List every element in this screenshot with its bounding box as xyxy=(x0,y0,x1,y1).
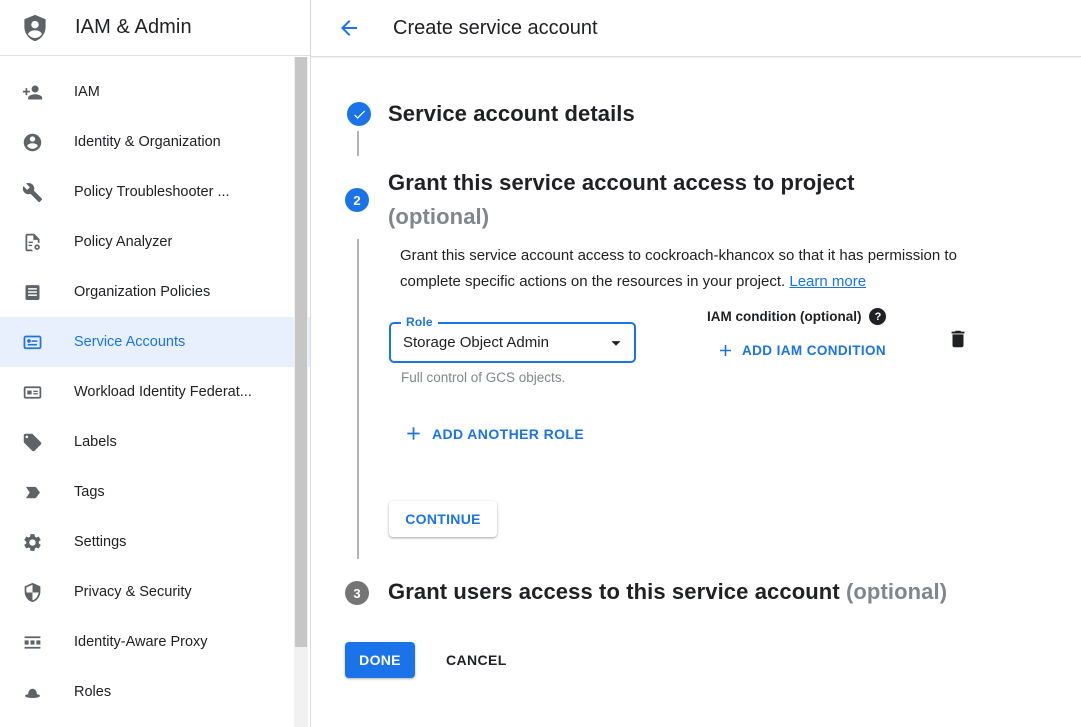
sidebar-item-privacy-security[interactable]: Privacy & Security xyxy=(0,567,310,617)
shield-half-icon xyxy=(22,582,43,603)
step2-number: 2 xyxy=(353,193,360,208)
sidebar-item-label: IAM xyxy=(74,84,100,100)
sidebar-item-label: Roles xyxy=(74,684,111,700)
sidebar-item-settings[interactable]: Settings xyxy=(0,517,310,567)
sidebar-item-policy-troubleshooter[interactable]: Policy Troubleshooter ... xyxy=(0,167,310,217)
sidebar-item-roles[interactable]: Roles xyxy=(0,667,310,717)
step3-number: 3 xyxy=(353,586,360,601)
gear-icon xyxy=(22,532,43,553)
step2-optional-text: (optional) xyxy=(388,204,855,230)
sidebar-item-label: Identity & Organization xyxy=(74,134,221,150)
sidebar-item-tags[interactable]: Tags xyxy=(0,467,310,517)
iam-condition-header: IAM condition (optional) ? xyxy=(707,308,886,325)
step2-title: Grant this service account access to pro… xyxy=(388,170,855,230)
document-lines-icon xyxy=(22,282,43,303)
sidebar-item-organization-policies[interactable]: Organization Policies xyxy=(0,267,310,317)
arrow-tag-icon xyxy=(22,482,43,503)
role-selected-value: Storage Object Admin xyxy=(391,324,634,361)
label-tag-icon xyxy=(22,432,43,453)
plus-icon xyxy=(716,341,735,360)
back-arrow-icon[interactable] xyxy=(337,16,361,40)
service-account-badge-icon xyxy=(22,332,43,353)
sidebar-item-label: Service Accounts xyxy=(74,334,185,350)
page-title: Create service account xyxy=(393,17,598,40)
main-panel: Create service account Service account d… xyxy=(311,0,1081,727)
sidebar-item-label: Settings xyxy=(74,534,126,550)
iam-shield-logo-icon xyxy=(20,13,50,43)
add-iam-condition-button[interactable]: ADD IAM CONDITION xyxy=(716,341,886,360)
step1-title: Service account details xyxy=(388,101,635,127)
plus-icon xyxy=(403,423,424,444)
sidebar-scrollbar-thumb[interactable] xyxy=(295,57,307,647)
done-button[interactable]: DONE xyxy=(345,642,415,678)
sidebar-item-identity-aware-proxy[interactable]: Identity-Aware Proxy xyxy=(0,617,310,667)
sidebar-item-policy-analyzer[interactable]: Policy Analyzer xyxy=(0,217,310,267)
sidebar-item-label: Policy Analyzer xyxy=(74,234,172,250)
step1-completed-check-icon xyxy=(347,102,371,126)
sidebar-item-service-accounts[interactable]: Service Accounts xyxy=(0,317,310,367)
product-title: IAM & Admin xyxy=(75,16,192,39)
add-another-role-button[interactable]: ADD ANOTHER ROLE xyxy=(403,423,584,444)
sidebar-scrollbar xyxy=(294,57,308,727)
sidebar-item-iam[interactable]: IAM xyxy=(0,67,310,117)
role-helper-text: Full control of GCS objects. xyxy=(401,370,565,385)
help-icon[interactable]: ? xyxy=(869,308,886,325)
step3-optional-text: (optional) xyxy=(846,579,947,604)
card-icon xyxy=(22,382,43,403)
sidebar-item-labels[interactable]: Labels xyxy=(0,417,310,467)
person-add-icon xyxy=(22,82,43,103)
wrench-icon xyxy=(22,182,43,203)
document-gear-icon xyxy=(22,232,43,253)
step3-title-text: Grant users access to this service accou… xyxy=(388,579,840,604)
form-actions: DONE CANCEL xyxy=(345,642,507,678)
step-connector xyxy=(357,239,359,559)
proxy-grid-icon xyxy=(22,632,43,653)
step-connector xyxy=(357,131,359,156)
step3-title: Grant users access to this service accou… xyxy=(388,579,947,605)
iam-admin-console: IAM & Admin IAM Identity & Organization … xyxy=(0,0,1081,727)
sidebar-nav: IAM Identity & Organization Policy Troub… xyxy=(0,56,310,717)
sidebar-item-label: Organization Policies xyxy=(74,284,210,300)
sidebar-item-label: Privacy & Security xyxy=(74,584,192,600)
create-service-account-form: Service account details 2 Grant this ser… xyxy=(311,57,1081,727)
step2-description: Grant this service account access to coc… xyxy=(400,243,988,294)
learn-more-link[interactable]: Learn more xyxy=(789,273,866,290)
sidebar-item-identity-organization[interactable]: Identity & Organization xyxy=(0,117,310,167)
step2-description-text: Grant this service account access to coc… xyxy=(400,247,957,290)
cancel-button[interactable]: CANCEL xyxy=(446,652,507,668)
sidebar-item-label: Tags xyxy=(74,484,105,500)
sidebar: IAM & Admin IAM Identity & Organization … xyxy=(0,0,311,727)
sidebar-item-workload-identity-federation[interactable]: Workload Identity Federat... xyxy=(0,367,310,417)
continue-button[interactable]: CONTINUE xyxy=(389,501,497,537)
sidebar-item-label: Workload Identity Federat... xyxy=(74,384,252,400)
hat-icon xyxy=(22,682,43,703)
sidebar-item-label: Labels xyxy=(74,434,117,450)
role-select[interactable]: Role Storage Object Admin xyxy=(389,322,636,363)
page-header: Create service account xyxy=(311,0,1081,57)
sidebar-item-label: Identity-Aware Proxy xyxy=(74,634,208,650)
add-iam-condition-label: ADD IAM CONDITION xyxy=(742,343,886,358)
sidebar-header: IAM & Admin xyxy=(0,0,310,56)
step3-number-badge: 3 xyxy=(345,581,369,605)
sidebar-item-label: Policy Troubleshooter ... xyxy=(74,184,230,200)
add-another-role-label: ADD ANOTHER ROLE xyxy=(432,426,584,442)
delete-role-trash-icon[interactable] xyxy=(947,328,969,350)
step2-number-badge: 2 xyxy=(345,188,369,212)
chevron-down-icon xyxy=(605,332,627,354)
iam-condition-label: IAM condition (optional) xyxy=(707,309,861,324)
account-circle-icon xyxy=(22,132,43,153)
step2-title-text: Grant this service account access to pro… xyxy=(388,170,855,195)
role-field-label: Role xyxy=(401,315,438,329)
